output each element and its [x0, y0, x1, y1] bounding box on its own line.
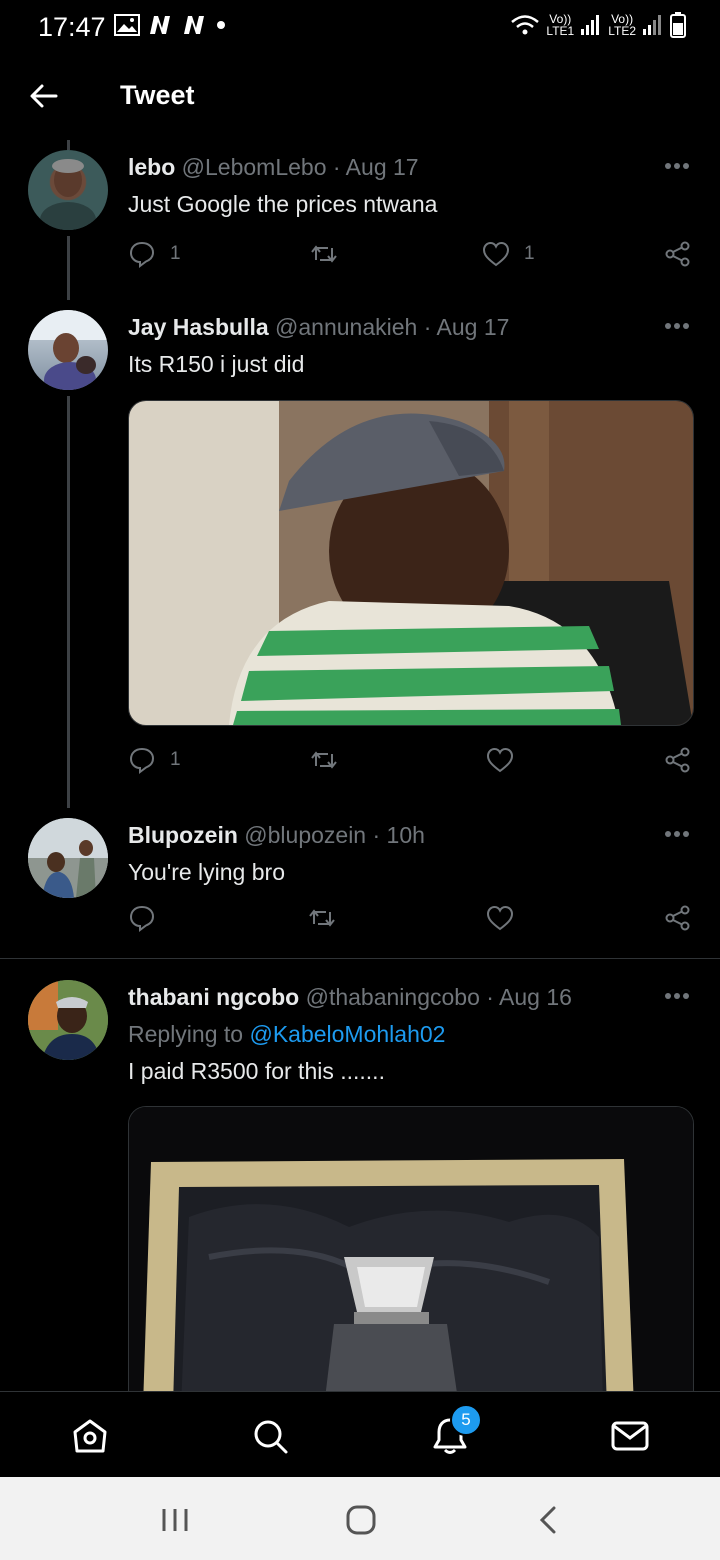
more-options-icon[interactable]: [664, 830, 690, 838]
share-icon: [665, 241, 690, 267]
signal-icon: [581, 15, 600, 35]
retweet-icon: [309, 909, 335, 927]
author-name[interactable]: lebo: [128, 154, 175, 180]
author-handle[interactable]: @blupozein: [244, 822, 366, 848]
app-n-icon: [184, 16, 204, 34]
avatar[interactable]: [28, 310, 108, 390]
author-handle[interactable]: @annunakieh: [275, 314, 417, 340]
reply-button[interactable]: [128, 904, 156, 932]
tweet-item[interactable]: lebo @LebomLebo · Aug 17 Just Google the…: [0, 140, 720, 300]
avatar[interactable]: [28, 980, 108, 1060]
tweet-text: You're lying bro: [128, 859, 285, 885]
home-button-icon[interactable]: [344, 1503, 378, 1537]
retweet-icon: [311, 245, 337, 263]
top-app-bar: Tweet: [0, 54, 720, 138]
heart-icon: [486, 747, 514, 773]
back-arrow-icon[interactable]: [28, 80, 60, 112]
more-options-icon[interactable]: [664, 162, 690, 170]
sim1-label: Vo)) LTE1: [546, 13, 574, 37]
divider: [0, 958, 720, 959]
thread-line-top: [67, 140, 70, 150]
tweet-text: Its R150 i just did: [128, 351, 305, 377]
tweet-text: Just Google the prices ntwana: [128, 191, 438, 217]
reply-icon: [129, 905, 155, 932]
author-name[interactable]: thabani ngcobo: [128, 984, 299, 1010]
more-options-icon[interactable]: [664, 322, 690, 330]
share-icon: [665, 905, 690, 931]
share-button[interactable]: [664, 904, 692, 932]
gallery-icon: [114, 14, 140, 36]
notification-badge: 5: [450, 1404, 482, 1436]
reply-count: 1: [170, 749, 181, 770]
status-bar: 17:47 Vo)) LTE1 Vo)) LTE2: [0, 0, 720, 54]
page-title: Tweet: [120, 80, 195, 110]
tweet-item[interactable]: Jay Hasbulla @annunakieh · Aug 17 Its R1…: [0, 300, 720, 808]
tweet-actions: 1 1: [128, 240, 694, 276]
tweet-date: · Aug 17: [423, 314, 510, 340]
tweet-header: Blupozein @blupozein · 10h: [128, 822, 425, 849]
heart-icon: [486, 905, 514, 931]
system-status-icons: Vo)) LTE1 Vo)) LTE2: [510, 12, 686, 38]
reply-icon: [129, 241, 155, 268]
reply-icon: [129, 747, 155, 774]
retweet-icon: [311, 751, 337, 769]
search-icon[interactable]: [250, 1416, 290, 1456]
tweet-item[interactable]: Blupozein @blupozein · 10h You're lying …: [0, 808, 720, 958]
mention-link[interactable]: @KabeloMohlah02: [249, 1021, 445, 1047]
thread-line: [67, 236, 70, 300]
tweet-header: thabani ngcobo @thabaningcobo · Aug 16: [128, 984, 572, 1011]
sim1-network: LTE1: [546, 24, 575, 38]
thread-line: [67, 396, 70, 808]
tweet-date: · 10h: [372, 822, 425, 848]
sim2-label: Vo)) LTE2: [608, 13, 636, 37]
sim2-network: LTE2: [608, 24, 636, 38]
author-handle[interactable]: @LebomLebo: [182, 154, 327, 180]
status-time: 17:47: [38, 12, 106, 42]
share-button[interactable]: [664, 240, 692, 268]
tweet-date: · Aug 16: [486, 984, 572, 1010]
heart-icon: [482, 241, 510, 267]
tweet-item[interactable]: thabani ngcobo @thabaningcobo · Aug 16 R…: [0, 972, 720, 1392]
more-options-icon[interactable]: [664, 992, 690, 1000]
author-name[interactable]: Jay Hasbulla: [128, 314, 269, 340]
app-n-icon: [150, 16, 170, 34]
battery-icon: [670, 12, 686, 38]
recent-apps-icon[interactable]: [158, 1503, 192, 1537]
share-icon: [665, 747, 690, 773]
back-button-icon[interactable]: [532, 1503, 566, 1537]
wifi-icon: [511, 15, 540, 35]
like-button[interactable]: [486, 746, 514, 774]
like-button[interactable]: [486, 904, 514, 932]
retweet-button[interactable]: [308, 904, 336, 932]
home-icon[interactable]: [70, 1416, 110, 1456]
bottom-navigation: [0, 1391, 720, 1478]
tweet-media-image[interactable]: [128, 400, 694, 726]
tweet-header: lebo @LebomLebo · Aug 17: [128, 154, 419, 181]
tweet-actions: 1: [128, 746, 694, 782]
like-button[interactable]: 1: [482, 240, 535, 268]
tweet-actions: [128, 904, 694, 940]
tweet-header: Jay Hasbulla @annunakieh · Aug 17: [128, 314, 509, 341]
share-button[interactable]: [664, 746, 692, 774]
reply-button[interactable]: 1: [128, 240, 181, 268]
replying-to: Replying to @KabeloMohlah02: [128, 1021, 445, 1048]
reply-button[interactable]: 1: [128, 746, 181, 774]
dot-icon: [217, 21, 225, 29]
retweet-button[interactable]: [310, 746, 338, 774]
avatar[interactable]: [28, 818, 108, 898]
tweet-media-image[interactable]: [128, 1106, 694, 1392]
author-name[interactable]: Blupozein: [128, 822, 238, 848]
notification-icons: [114, 14, 226, 36]
tweet-text: I paid R3500 for this .......: [128, 1058, 385, 1084]
like-count: 1: [524, 243, 535, 264]
messages-mail-icon[interactable]: [610, 1416, 650, 1456]
reply-count: 1: [170, 243, 181, 264]
tweet-date: · Aug 17: [332, 154, 419, 180]
replying-to-label: Replying to: [128, 1021, 244, 1047]
signal-icon: [643, 15, 661, 35]
retweet-button[interactable]: [310, 240, 338, 268]
system-navigation-bar: [0, 1477, 720, 1560]
avatar[interactable]: [28, 150, 108, 230]
author-handle[interactable]: @thabaningcobo: [306, 984, 480, 1010]
